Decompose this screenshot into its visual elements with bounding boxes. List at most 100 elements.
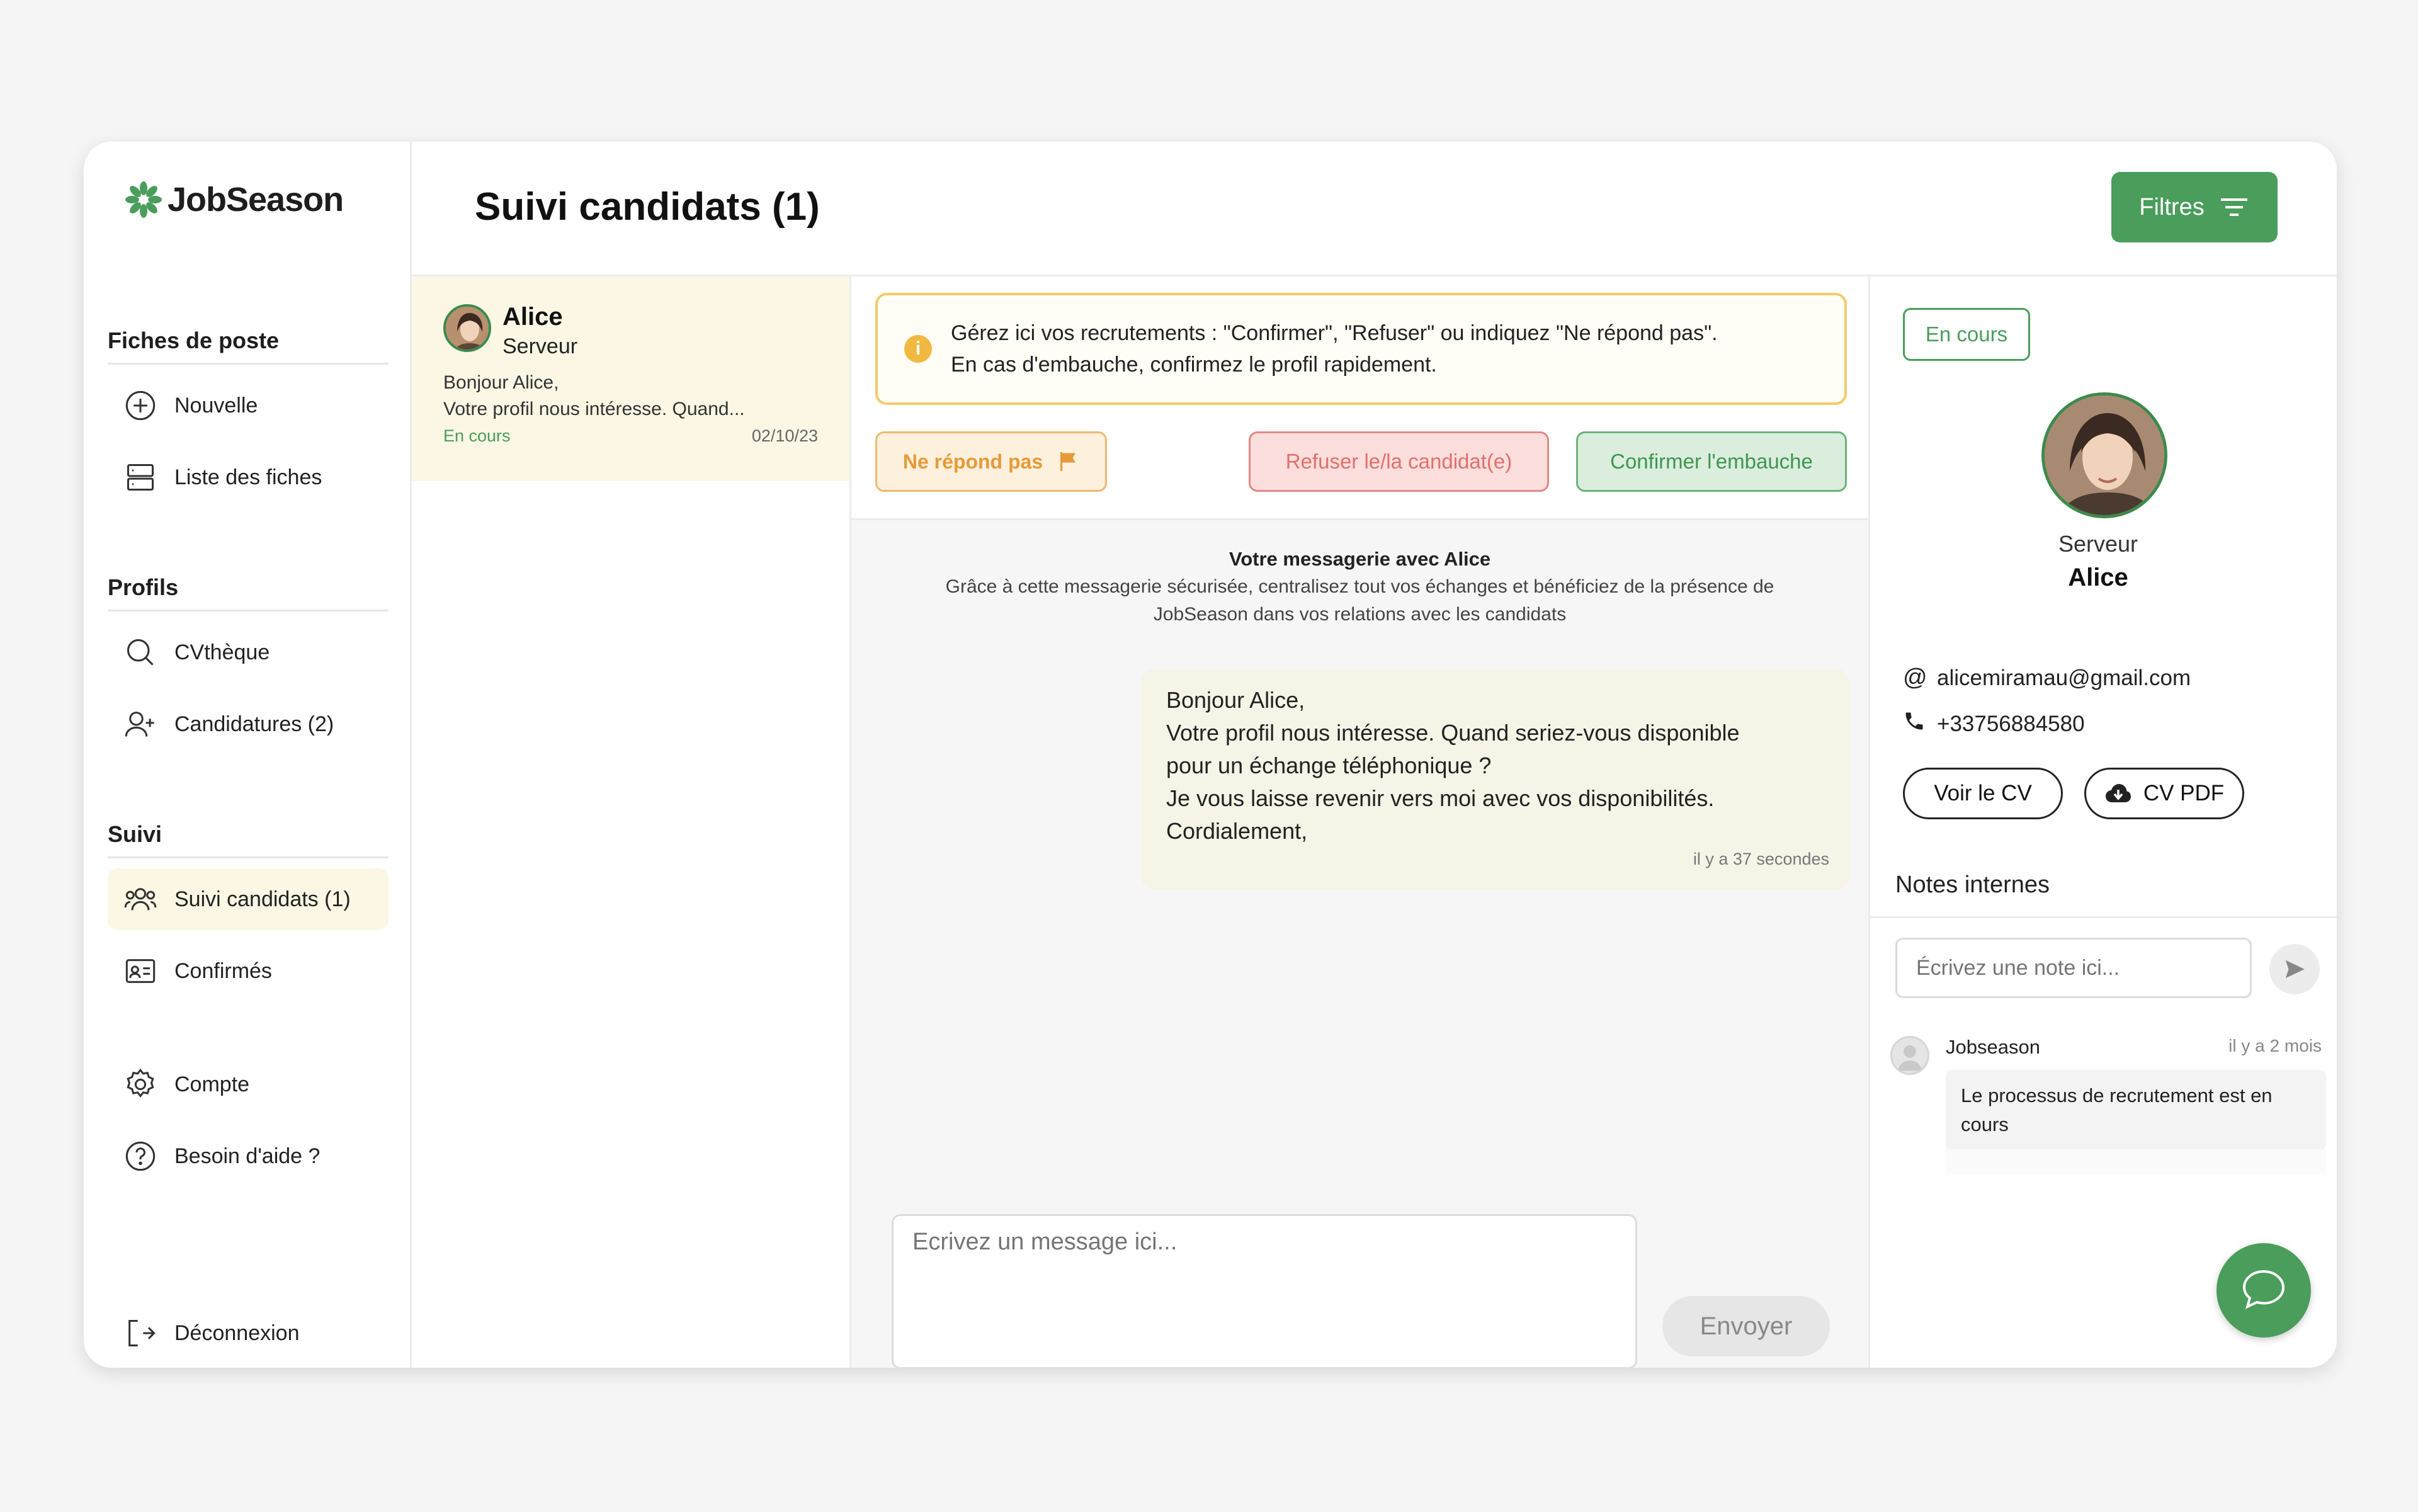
sidebar-item-label: Candidatures (2) xyxy=(174,712,334,736)
note-time: il y a 2 mois xyxy=(2228,1036,2322,1055)
profile-role: Serveur xyxy=(2058,531,2138,557)
cv-pdf-button[interactable]: CV PDF xyxy=(2084,768,2244,819)
sidebar-item-nouvelle[interactable]: Nouvelle xyxy=(108,375,389,436)
nav-section-account: Compte Besoin d'aide ? xyxy=(108,1054,389,1187)
filters-button[interactable]: Filtres xyxy=(2111,172,2278,242)
send-note-button[interactable] xyxy=(2269,944,2320,994)
candidate-date: 02/10/23 xyxy=(751,426,818,445)
candidate-card[interactable]: Alice Serveur Bonjour Alice, Votre profi… xyxy=(412,276,849,481)
phone-icon xyxy=(1903,710,1928,739)
nav-section-title: Suivi xyxy=(108,821,389,858)
cloud-download-icon xyxy=(2105,784,2131,802)
note-text: Le processus de recrutement est en cours xyxy=(1946,1070,2326,1151)
no-reply-button[interactable]: Ne répond pas xyxy=(875,431,1107,492)
search-icon xyxy=(123,635,158,670)
confirm-hire-button[interactable]: Confirmer l'embauche xyxy=(1576,431,1847,492)
sidebar-item-liste-fiches[interactable]: Liste des fiches xyxy=(108,446,389,508)
conversation-panel: i Gérez ici vos recrutements : "Confirme… xyxy=(851,276,1870,1368)
info-line: En cas d'embauche, confirmez le profil r… xyxy=(951,353,1437,377)
note-author-avatar xyxy=(1890,1036,1929,1075)
send-message-button[interactable]: Envoyer xyxy=(1662,1296,1830,1356)
info-banner: i Gérez ici vos recrutements : "Confirme… xyxy=(875,293,1847,405)
divider xyxy=(1870,916,2337,918)
chat-bubble-icon xyxy=(2242,1270,2285,1309)
flower-logo-icon xyxy=(125,181,162,218)
notes-title: Notes internes xyxy=(1895,872,2050,898)
chat-title: Votre messagerie avec Alice xyxy=(1229,548,1491,570)
page-title: Suivi candidats (1) xyxy=(475,185,820,229)
note-author: Jobseason xyxy=(1946,1036,2040,1058)
nav-section-fiches: Fiches de poste Nouvelle Liste des fiche… xyxy=(108,327,389,508)
status-badge: En cours xyxy=(1903,308,2030,361)
phone-value: +33756884580 xyxy=(1937,712,2085,736)
message-line: Votre profil nous intéresse. Quand serie… xyxy=(1166,720,1740,746)
user-plus-icon xyxy=(123,707,158,742)
candidate-status: En cours xyxy=(443,426,511,445)
sidebar-item-compte[interactable]: Compte xyxy=(108,1054,389,1115)
nav-section-title: Profils xyxy=(108,574,389,611)
contact-email[interactable]: @ alicemiramau@gmail.com xyxy=(1903,664,2191,691)
id-card-icon xyxy=(123,953,158,989)
chat-subtitle-line: JobSeason dans vos relations avec les ca… xyxy=(1153,604,1567,625)
info-line: Gérez ici vos recrutements : "Confirmer"… xyxy=(951,321,1718,345)
nav-section-profils: Profils CVthèque Candidatures (2) xyxy=(108,574,389,755)
logout-label: Déconnexion xyxy=(174,1321,300,1345)
server-list-icon xyxy=(123,460,158,495)
info-text: Gérez ici vos recrutements : "Confirmer"… xyxy=(951,317,1718,380)
contact-phone[interactable]: +33756884580 xyxy=(1903,710,2085,739)
candidate-name: Alice xyxy=(502,303,563,331)
candidate-role: Serveur xyxy=(502,334,578,358)
profile-name: Alice xyxy=(2068,564,2128,591)
preview-line: Bonjour Alice, xyxy=(443,372,559,393)
logo[interactable]: JobSeason xyxy=(123,179,344,220)
view-cv-button[interactable]: Voir le CV xyxy=(1903,768,2063,819)
message-bubble: Bonjour Alice, Votre profil nous intéres… xyxy=(1141,669,1849,889)
note-card-footer xyxy=(1946,1149,2326,1174)
sidebar-item-suivi-candidats[interactable]: Suivi candidats (1) xyxy=(108,868,389,930)
gear-icon xyxy=(123,1067,158,1102)
message-line: pour un échange téléphonique ? xyxy=(1166,753,1492,778)
filters-label: Filtres xyxy=(2139,193,2205,220)
filter-lines-icon xyxy=(2220,198,2247,216)
sidebar-item-confirmes[interactable]: Confirmés xyxy=(108,940,389,1002)
email-value: alicemiramau@gmail.com xyxy=(1937,665,2191,690)
nav-section-logout: Déconnexion xyxy=(108,1302,389,1364)
note-input[interactable] xyxy=(1895,938,2252,998)
chat-area: Votre messagerie avec Alice Grâce à cett… xyxy=(851,518,1868,1368)
nav-section-title: Fiches de poste xyxy=(108,327,389,365)
message-line: Bonjour Alice, xyxy=(1166,687,1305,713)
sidebar-item-aide[interactable]: Besoin d'aide ? xyxy=(108,1125,389,1187)
plus-circle-icon xyxy=(123,388,158,423)
sidebar-item-label: Besoin d'aide ? xyxy=(174,1144,321,1168)
info-icon: i xyxy=(904,335,932,363)
logo-text: JobSeason xyxy=(167,181,344,219)
chat-support-button[interactable] xyxy=(2216,1243,2311,1338)
candidate-list: Alice Serveur Bonjour Alice, Votre profi… xyxy=(412,276,851,1368)
logout-button[interactable]: Déconnexion xyxy=(108,1302,389,1364)
candidate-preview: Bonjour Alice, Votre profil nous intéres… xyxy=(443,370,821,423)
cv-pdf-label: CV PDF xyxy=(2143,781,2225,805)
sidebar-item-candidatures[interactable]: Candidatures (2) xyxy=(108,693,389,755)
logout-icon xyxy=(123,1316,158,1351)
chat-subtitle-line: Grâce à cette messagerie sécurisée, cent… xyxy=(945,576,1774,597)
chat-header: Votre messagerie avec Alice Grâce à cett… xyxy=(851,548,1868,628)
nav-section-suivi: Suivi Suivi candidats (1) Confirmés xyxy=(108,821,389,1002)
page-header: Suivi candidats (1) Filtres xyxy=(412,142,2337,276)
app-window: JobSeason Fiches de poste Nouvelle Liste… xyxy=(84,142,2337,1368)
refuse-button[interactable]: Refuser le/la candidat(e) xyxy=(1249,431,1549,492)
no-reply-label: Ne répond pas xyxy=(902,450,1043,473)
message-input[interactable] xyxy=(892,1214,1637,1368)
sidebar-item-label: Confirmés xyxy=(174,958,272,983)
message-line: Je vous laisse revenir vers moi avec vos… xyxy=(1166,785,1715,811)
sidebar: JobSeason Fiches de poste Nouvelle Liste… xyxy=(84,142,412,1368)
help-circle-icon xyxy=(123,1139,158,1174)
sidebar-item-label: Compte xyxy=(174,1072,250,1096)
sidebar-item-label: CVthèque xyxy=(174,640,270,664)
at-sign-icon: @ xyxy=(1903,664,1927,691)
chat-subtitle: Grâce à cette messagerie sécurisée, cent… xyxy=(851,573,1868,628)
users-group-icon xyxy=(123,882,158,917)
sidebar-item-label: Liste des fiches xyxy=(174,465,322,489)
sidebar-item-cvtheque[interactable]: CVthèque xyxy=(108,622,389,683)
profile-avatar xyxy=(2041,392,2167,518)
sidebar-item-label: Suivi candidats (1) xyxy=(174,887,351,911)
